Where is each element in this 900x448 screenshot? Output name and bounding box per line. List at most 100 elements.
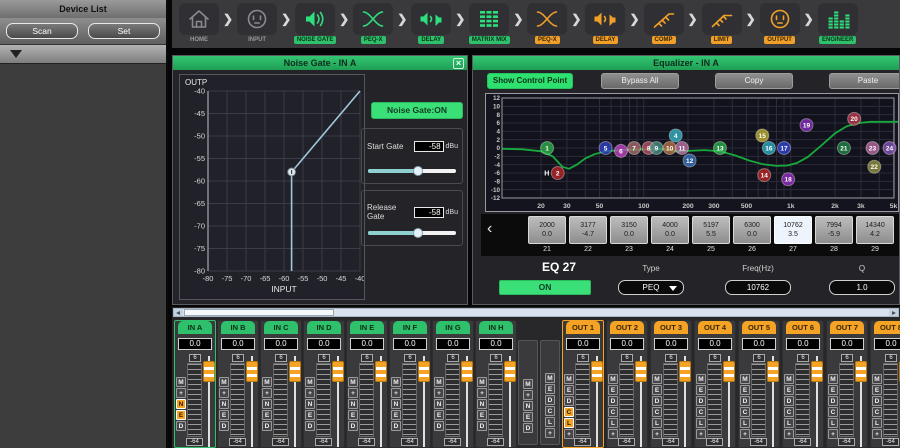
fader-handle[interactable] — [375, 361, 387, 382]
eq-point-14[interactable]: 14 — [758, 169, 771, 182]
channel-gain-value[interactable]: 0.0 — [874, 338, 900, 350]
channel-tab-in-g[interactable]: IN G — [436, 321, 470, 334]
channel-button-in-b--[interactable]: + — [219, 388, 229, 398]
channel-button-out-6-l[interactable]: L — [784, 418, 794, 428]
channel-button-out-2-m[interactable]: M — [608, 374, 618, 384]
channel-button-out-4-c[interactable]: C — [696, 407, 706, 417]
channel-button-out-1-m[interactable]: M — [564, 374, 574, 384]
channel-strip-out-2[interactable]: OUT 20.06-64MEDCL+ — [606, 320, 648, 448]
channel-tab-out-3[interactable]: OUT 3 — [654, 321, 688, 334]
eq-point-13[interactable]: 13 — [713, 142, 726, 155]
eq-point-5[interactable]: 5 — [599, 142, 612, 155]
channel-button-in-e-m[interactable]: M — [348, 377, 358, 387]
toolbar-item-peq-x-3[interactable]: PEQ-X — [350, 3, 396, 44]
channel-gain-value[interactable]: 0.0 — [566, 338, 600, 350]
fader-handle[interactable] — [504, 361, 516, 382]
channel-button-out-5-m[interactable]: M — [740, 374, 750, 384]
start-gate-value[interactable]: -58 — [414, 141, 444, 152]
channel-tab-out-2[interactable]: OUT 2 — [610, 321, 644, 334]
channel-button-in-e-d[interactable]: D — [348, 421, 358, 431]
channel-button-in-g-m[interactable]: M — [434, 377, 444, 387]
channel-button-in-d-m[interactable]: M — [305, 377, 315, 387]
channel-tab-out-1[interactable]: OUT 1 — [566, 321, 600, 334]
channel-tab-in-d[interactable]: IN D — [307, 321, 341, 334]
channel-strip-in-c[interactable]: IN C0.06-64M+NED — [260, 320, 302, 448]
channel-button-in-g-e[interactable]: E — [434, 410, 444, 420]
channel-button-in-d-e[interactable]: E — [305, 410, 315, 420]
channel-button-out-7--[interactable]: + — [828, 429, 838, 439]
channel-button-out-4--[interactable]: + — [696, 429, 706, 439]
channel-gain-value[interactable]: 0.0 — [178, 338, 212, 350]
channel-button-out-6-m[interactable]: M — [784, 374, 794, 384]
channel-button-out-7-m[interactable]: M — [828, 374, 838, 384]
band-cell-28[interactable]: 7994-5.9 — [815, 216, 853, 244]
channel-gain-value[interactable]: 0.0 — [264, 338, 298, 350]
eq-point-20[interactable]: 20 — [848, 112, 861, 125]
eq-point-17[interactable]: 17 — [778, 142, 791, 155]
eq-point-9[interactable]: 9 — [650, 142, 663, 155]
fader-handle[interactable] — [811, 361, 823, 382]
channel-button-out-7-e[interactable]: E — [828, 385, 838, 395]
channel-button-out-7-d[interactable]: D — [828, 396, 838, 406]
fader-handle[interactable] — [855, 361, 867, 382]
channel-gain-value[interactable]: 0.0 — [742, 338, 776, 350]
noise-gate-on-button[interactable]: Noise Gate:ON — [371, 102, 463, 119]
band-cell-22[interactable]: 3177-4.7 — [569, 216, 607, 244]
channel-button-out-8-e[interactable]: E — [872, 385, 882, 395]
channel-tab-out-6[interactable]: OUT 6 — [786, 321, 820, 334]
channel-button-out-5-c[interactable]: C — [740, 407, 750, 417]
band-cell-23[interactable]: 31500.0 — [610, 216, 648, 244]
fader-handle[interactable] — [246, 361, 258, 382]
eq-point-12[interactable]: 12 — [683, 154, 696, 167]
channel-strip-in-b[interactable]: IN B0.06-64M+NED — [217, 320, 259, 448]
channel-button-out-4-m[interactable]: M — [696, 374, 706, 384]
channel-button-out-5--[interactable]: + — [740, 429, 750, 439]
freq-field[interactable]: 10762 — [725, 280, 791, 295]
eq-point-24[interactable]: 24 — [883, 142, 896, 155]
toolbar-item-peq-x-6[interactable]: PEQ-X — [524, 3, 570, 44]
channel-strip-out-1[interactable]: OUT 10.06-64MEDCL+ — [562, 320, 604, 448]
channel-gain-value[interactable]: 0.0 — [350, 338, 384, 350]
channel-button-in-c-n[interactable]: N — [262, 399, 272, 409]
channel-button-out-3--[interactable]: + — [652, 429, 662, 439]
master-button--[interactable]: + — [545, 428, 555, 438]
fader-handle[interactable] — [332, 361, 344, 382]
channel-button-out-1--[interactable]: + — [564, 429, 574, 439]
channel-strip-out-4[interactable]: OUT 40.06-64MEDCL+ — [694, 320, 736, 448]
eq-on-button[interactable]: ON — [499, 280, 591, 295]
channel-tab-in-e[interactable]: IN E — [350, 321, 384, 334]
channel-gain-value[interactable]: 0.0 — [654, 338, 688, 350]
channel-tab-in-h[interactable]: IN H — [479, 321, 513, 334]
channel-button-in-h-e[interactable]: E — [477, 410, 487, 420]
channel-button-out-8-m[interactable]: M — [872, 374, 882, 384]
eq-point-15[interactable]: 15 — [756, 129, 769, 142]
toolbar-item-matrix-mix-5[interactable]: MATRIX MIX — [466, 3, 512, 44]
channel-button-in-h-d[interactable]: D — [477, 421, 487, 431]
channel-button-out-7-l[interactable]: L — [828, 418, 838, 428]
toolbar-item-engineer-11[interactable]: ENGINEER — [815, 3, 861, 44]
channel-strip-in-h[interactable]: IN H0.06-64M+NED — [475, 320, 517, 448]
channel-button-out-1-l[interactable]: L — [564, 418, 574, 428]
channel-button-in-f-e[interactable]: E — [391, 410, 401, 420]
channel-button-out-2--[interactable]: + — [608, 429, 618, 439]
channel-button-out-3-d[interactable]: D — [652, 396, 662, 406]
toolbar-item-limit-9[interactable]: LIMIT — [699, 3, 745, 44]
eq-point-10[interactable]: 10 — [663, 142, 676, 155]
channel-button-in-g-d[interactable]: D — [434, 421, 444, 431]
channel-button-in-d-n[interactable]: N — [305, 399, 315, 409]
master-button-d[interactable]: D — [545, 395, 555, 405]
start-gate-slider[interactable] — [368, 166, 456, 176]
toolbar-item-input-1[interactable]: INPUT — [234, 3, 280, 44]
channel-button-out-1-e[interactable]: E — [564, 385, 574, 395]
copy-button[interactable]: Copy — [715, 73, 793, 89]
channel-tab-in-a[interactable]: IN A — [178, 321, 212, 334]
fader-handle[interactable] — [461, 361, 473, 382]
channel-button-out-3-e[interactable]: E — [652, 385, 662, 395]
band-prev-arrow-icon[interactable]: ‹ — [487, 220, 492, 238]
channel-strip-out-8[interactable]: OUT 80.06-64MEDCL+ — [870, 320, 900, 448]
channel-gain-value[interactable]: 0.0 — [307, 338, 341, 350]
channel-button-in-f-d[interactable]: D — [391, 421, 401, 431]
channel-tab-out-5[interactable]: OUT 5 — [742, 321, 776, 334]
master-button-m[interactable]: M — [545, 373, 555, 383]
channel-button-out-2-d[interactable]: D — [608, 396, 618, 406]
